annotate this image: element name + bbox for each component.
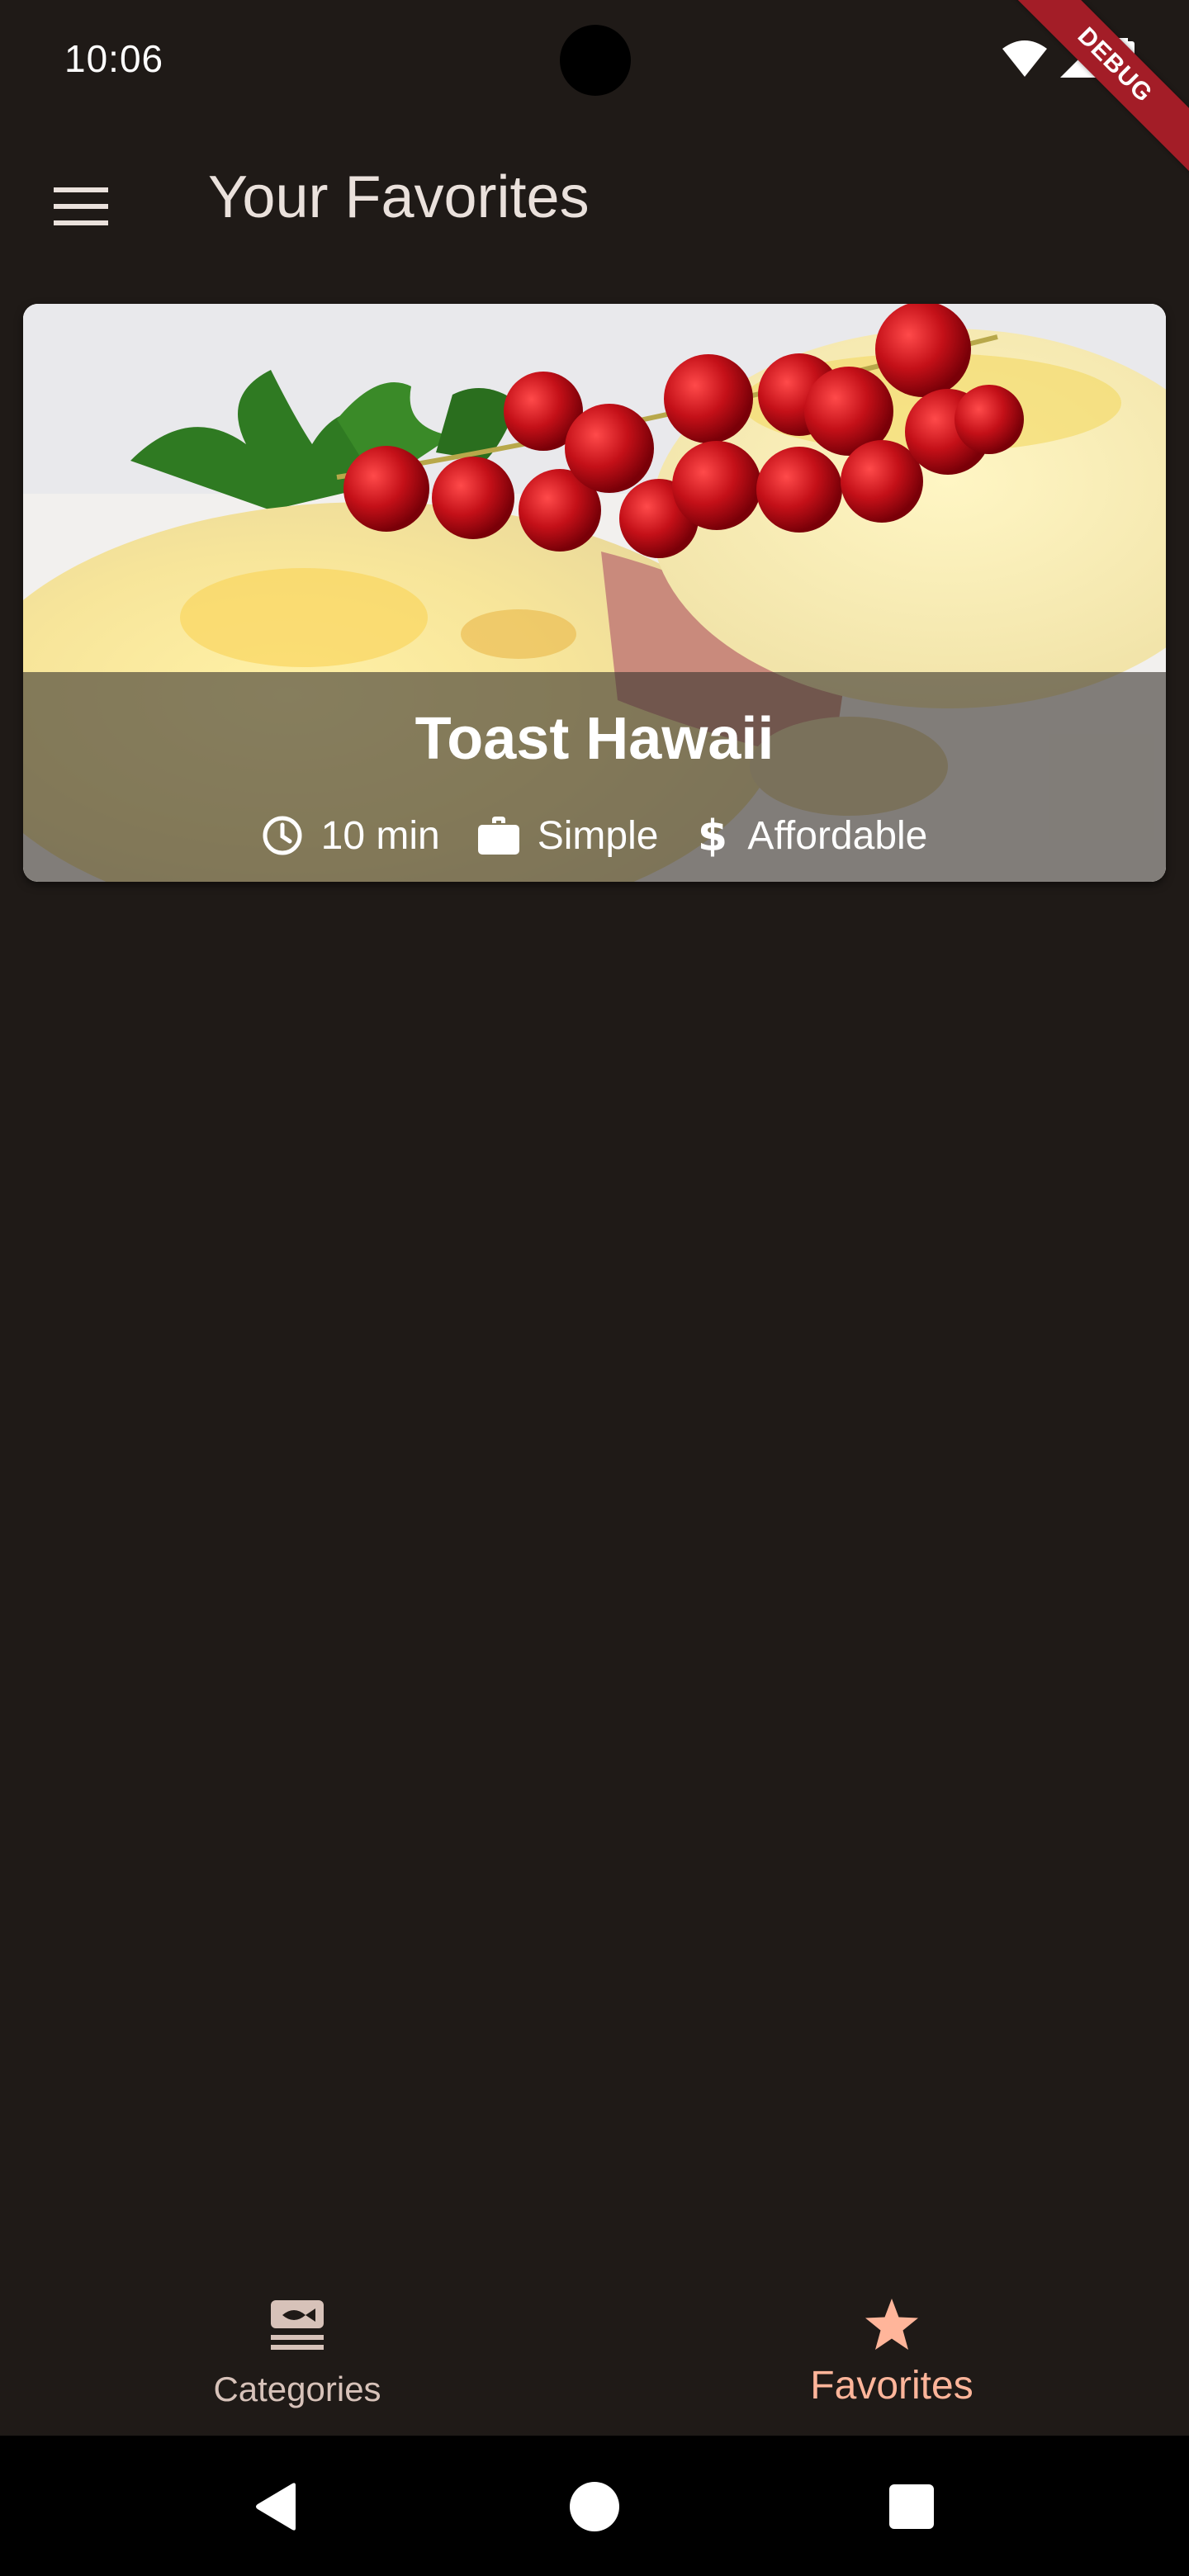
tab-favorites-label: Favorites bbox=[810, 2364, 973, 2408]
home-button[interactable] bbox=[561, 2474, 628, 2540]
categories-icon bbox=[271, 2300, 324, 2350]
complexity-trait: Simple bbox=[477, 813, 659, 859]
system-navigation-bar bbox=[0, 2436, 1189, 2576]
tab-favorites[interactable]: Favorites bbox=[594, 2254, 1189, 2436]
status-time: 10:06 bbox=[64, 37, 164, 80]
bottom-navigation: Categories Favorites bbox=[0, 2254, 1189, 2436]
status-icons bbox=[1002, 38, 1135, 79]
page-title: Your Favorites bbox=[208, 164, 590, 230]
app-bar: Your Favorites bbox=[0, 124, 1189, 281]
affordability-label: Affordable bbox=[747, 813, 928, 858]
briefcase-icon bbox=[477, 817, 519, 855]
status-bar: 10:06 DEBUG bbox=[0, 0, 1189, 175]
meal-info-overlay: Toast Hawaii 10 min Simple $ Affordable bbox=[23, 672, 1166, 882]
meal-card-toast-hawaii[interactable]: Toast Hawaii 10 min Simple $ Affordable bbox=[23, 304, 1166, 882]
affordability-trait: $ Affordable bbox=[696, 812, 927, 859]
meal-traits: 10 min Simple $ Affordable bbox=[23, 812, 1166, 859]
tab-categories-label: Categories bbox=[213, 2370, 381, 2408]
star-icon bbox=[865, 2299, 918, 2350]
duration-label: 10 min bbox=[320, 813, 440, 858]
recents-button[interactable] bbox=[879, 2474, 945, 2540]
complexity-label: Simple bbox=[537, 813, 659, 858]
camera-cutout bbox=[560, 25, 631, 96]
recents-square-icon bbox=[889, 2484, 934, 2529]
tab-categories[interactable]: Categories bbox=[0, 2254, 594, 2436]
battery-icon bbox=[1111, 38, 1135, 79]
cellular-signal-icon bbox=[1060, 40, 1098, 78]
hamburger-menu-icon bbox=[54, 187, 108, 225]
dollar-icon: $ bbox=[698, 812, 727, 859]
clock-icon bbox=[263, 816, 302, 855]
back-triangle-icon bbox=[256, 2483, 296, 2531]
duration-trait: 10 min bbox=[262, 813, 440, 859]
home-circle-icon bbox=[570, 2482, 619, 2531]
meal-title: Toast Hawaii bbox=[414, 706, 775, 772]
back-button[interactable] bbox=[243, 2474, 309, 2540]
svg-text:$: $ bbox=[698, 812, 727, 859]
wifi-icon bbox=[1002, 40, 1047, 77]
menu-button[interactable] bbox=[41, 167, 121, 246]
